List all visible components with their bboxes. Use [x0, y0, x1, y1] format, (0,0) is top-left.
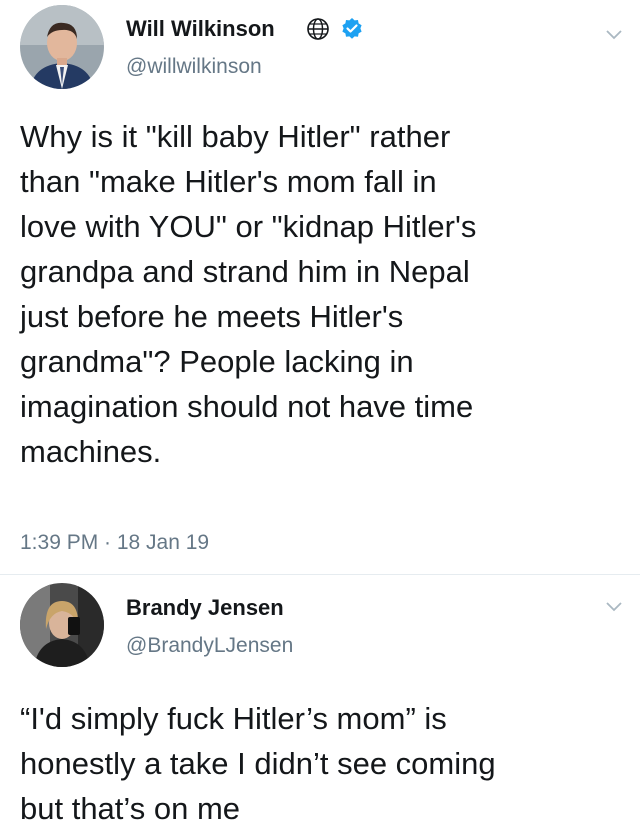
tweet: Brandy Jensen @BrandyLJensen “I'd simply… — [0, 0, 640, 837]
avatar[interactable] — [20, 583, 104, 667]
author-name[interactable]: Brandy Jensen — [126, 595, 284, 621]
tweet-text: “I'd simply fuck Hitler’s mom” is honest… — [20, 701, 496, 826]
author-handle[interactable]: @BrandyLJensen — [126, 634, 293, 658]
chevron-down-icon[interactable] — [604, 600, 624, 614]
